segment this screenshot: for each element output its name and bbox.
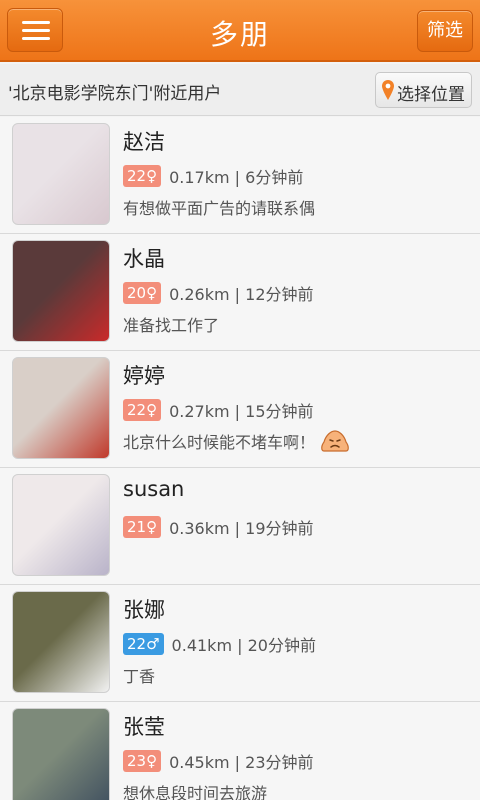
location-pin-icon bbox=[382, 80, 394, 100]
gender-icon: ♀ bbox=[146, 752, 158, 770]
distance-time: 0.27km | 15分钟前 bbox=[169, 398, 313, 422]
title-bar: 多朋 筛选 bbox=[0, 0, 480, 62]
distance-time: 0.45km | 23分钟前 bbox=[169, 749, 313, 773]
status-text: 有想做平面广告的请联系偶 bbox=[123, 195, 315, 219]
user-meta: 22♀ 0.27km | 15分钟前 bbox=[123, 398, 314, 422]
time-label: 12分钟前 bbox=[245, 285, 314, 304]
avatar[interactable] bbox=[12, 357, 110, 459]
age-gender-badge: 20♀ bbox=[123, 282, 162, 304]
list-item[interactable]: susan 21♀ 0.36km | 19分钟前 bbox=[0, 468, 480, 585]
distance-time: 0.26km | 12分钟前 bbox=[169, 281, 313, 305]
user-meta: 20♀ 0.26km | 12分钟前 bbox=[123, 281, 314, 305]
age-gender-badge: 23♀ bbox=[123, 750, 162, 772]
distance-label: 0.45km bbox=[169, 753, 230, 772]
avatar[interactable] bbox=[12, 708, 110, 800]
user-meta: 21♀ 0.36km | 19分钟前 bbox=[123, 515, 314, 539]
list-item[interactable]: 赵洁 22♀ 0.17km | 6分钟前有想做平面广告的请联系偶 bbox=[0, 117, 480, 234]
status-text: 想休息段时间去旅游 bbox=[123, 780, 267, 800]
user-name: 赵洁 bbox=[123, 130, 165, 154]
status-label: 准备找工作了 bbox=[123, 316, 220, 335]
gender-icon: ♀ bbox=[146, 284, 158, 302]
distance-time: 0.36km | 19分钟前 bbox=[169, 515, 313, 539]
list-item[interactable]: 婷婷 22♀ 0.27km | 15分钟前北京什么时候能不堵车啊！ bbox=[0, 351, 480, 468]
age-label: 22 bbox=[127, 167, 147, 185]
status-label: 想休息段时间去旅游 bbox=[123, 784, 268, 800]
distance-label: 0.27km bbox=[169, 402, 230, 421]
time-label: 23分钟前 bbox=[245, 753, 314, 772]
status-label: 丁香 bbox=[123, 667, 156, 686]
status-label: 北京什么时候能不堵车啊！ bbox=[123, 433, 316, 452]
user-name: 张莹 bbox=[123, 715, 165, 739]
distance-time: 0.17km | 6分钟前 bbox=[169, 164, 303, 188]
separator: | bbox=[229, 402, 246, 421]
distance-label: 0.26km bbox=[169, 285, 230, 304]
separator: | bbox=[229, 519, 246, 538]
location-bar: '北京电影学院东门'附近用户 选择位置 bbox=[0, 64, 480, 116]
distance-label: 0.36km bbox=[169, 519, 230, 538]
user-name: susan bbox=[123, 477, 185, 501]
age-gender-badge: 22♂ bbox=[123, 633, 164, 655]
age-label: 23 bbox=[127, 752, 147, 770]
age-label: 20 bbox=[127, 284, 147, 302]
avatar[interactable] bbox=[12, 591, 110, 693]
avatar[interactable] bbox=[12, 474, 110, 576]
location-text: '北京电影学院东门'附近用户 bbox=[8, 84, 222, 104]
user-meta: 22♀ 0.17km | 6分钟前 bbox=[123, 164, 303, 188]
status-label: 有想做平面广告的请联系偶 bbox=[123, 199, 316, 218]
separator: | bbox=[232, 636, 248, 655]
list-item[interactable]: 水晶 20♀ 0.26km | 12分钟前准备找工作了 bbox=[0, 234, 480, 351]
user-meta: 23♀ 0.45km | 23分钟前 bbox=[123, 749, 314, 773]
status-text: 丁香 bbox=[123, 663, 155, 687]
distance-time: 0.41km | 20分钟前 bbox=[172, 632, 316, 656]
separator: | bbox=[229, 285, 246, 304]
user-meta: 22♂ 0.41km | 20分钟前 bbox=[123, 632, 316, 656]
choose-location-button[interactable]: 选择位置 bbox=[375, 72, 472, 108]
time-label: 6分钟前 bbox=[245, 168, 304, 187]
page-title: 多朋 bbox=[209, 18, 270, 51]
list-item[interactable]: 张莹 23♀ 0.45km | 23分钟前想休息段时间去旅游 bbox=[0, 702, 480, 800]
gender-icon: ♀ bbox=[146, 401, 158, 419]
separator: | bbox=[229, 753, 246, 772]
distance-label: 0.41km bbox=[171, 636, 233, 655]
distance-label: 0.17km bbox=[169, 168, 230, 187]
time-label: 19分钟前 bbox=[245, 519, 314, 538]
gender-icon: ♂ bbox=[146, 635, 160, 653]
time-label: 15分钟前 bbox=[245, 402, 314, 421]
sad-face-icon bbox=[321, 430, 349, 452]
avatar[interactable] bbox=[12, 240, 110, 342]
age-label: 22 bbox=[127, 401, 147, 419]
age-label: 21 bbox=[127, 518, 147, 536]
status-text: 准备找工作了 bbox=[123, 312, 219, 336]
filter-button[interactable]: 筛选 bbox=[417, 10, 473, 52]
age-label: 22 bbox=[127, 635, 147, 653]
status-text: 北京什么时候能不堵车啊！ bbox=[123, 429, 349, 453]
time-label: 20分钟前 bbox=[247, 636, 316, 655]
user-name: 张娜 bbox=[123, 598, 165, 622]
user-name: 婷婷 bbox=[123, 364, 165, 388]
gender-icon: ♀ bbox=[146, 167, 158, 185]
user-name: 水晶 bbox=[123, 247, 165, 271]
gender-icon: ♀ bbox=[146, 518, 158, 536]
avatar[interactable] bbox=[12, 123, 110, 225]
choose-location-label: 选择位置 bbox=[397, 85, 465, 105]
list-item[interactable]: 张娜 22♂ 0.41km | 20分钟前 丁香 bbox=[0, 585, 480, 702]
separator: | bbox=[229, 168, 246, 187]
user-list: 赵洁 22♀ 0.17km | 6分钟前 有想做平面广告的请联系偶 水晶 20♀ 0.26k… bbox=[0, 117, 480, 800]
age-gender-badge: 22♀ bbox=[123, 165, 162, 187]
age-gender-badge: 22♀ bbox=[123, 399, 162, 421]
age-gender-badge: 21♀ bbox=[123, 516, 162, 538]
